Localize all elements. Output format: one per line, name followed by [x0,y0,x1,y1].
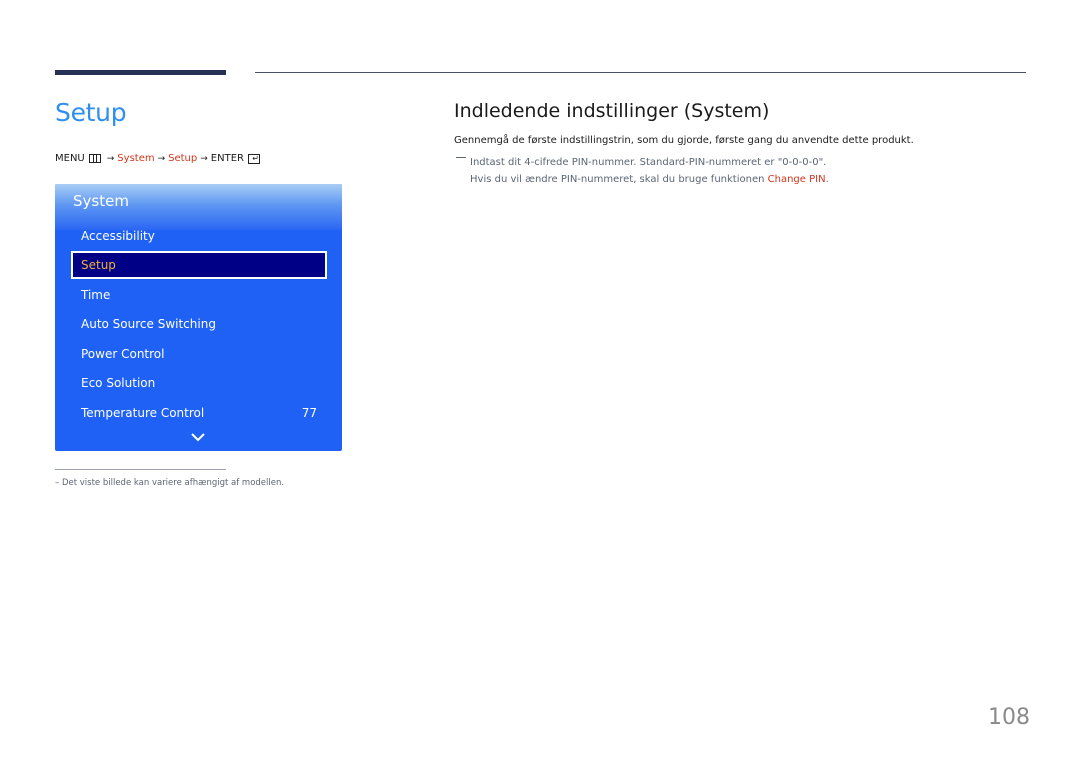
temperature-value: 77 [301,406,317,420]
header-rule-thin [255,72,1026,73]
footnote: – Det viste billede kan variere afhængig… [55,478,285,488]
system-menu-panel: System Accessibility Setup Time Auto Sou… [55,184,342,451]
note: Indtast dit 4-cifrede PIN-nummer. Standa… [470,155,829,188]
menu-item-label: Eco Solution [81,376,156,390]
arrow-icon: → [106,153,115,164]
breadcrumb-menu: MENU [55,153,85,164]
arrow-icon: → [157,153,166,164]
menu-item-setup[interactable]: Setup [71,251,327,279]
footnote-rule [55,469,226,470]
menu-item-label: Temperature Control [81,406,205,420]
menu-item-label: Time [81,288,111,302]
section-description: Gennemgå de første indstillingstrin, som… [454,135,914,146]
menu-item-eco-solution[interactable]: Eco Solution [71,369,327,397]
menu-item-auto-source-switching[interactable]: Auto Source Switching [71,310,327,338]
menu-item-temperature-control[interactable]: Temperature Control 77 [71,399,327,427]
menu-item-label: Setup [81,258,116,272]
menu-item-power-control[interactable]: Power Control [71,340,327,368]
system-menu-title: System [73,192,129,210]
menu-icon [88,154,101,163]
header-rule-thick [55,70,226,75]
breadcrumb: MENU → System → Setup → ENTER ↵ [55,153,260,164]
breadcrumb-setup: Setup [168,153,198,164]
breadcrumb-enter: ENTER [210,153,244,164]
note-line-2: Hvis du vil ændre PIN-nummeret, skal du … [470,172,829,189]
chevron-down-icon[interactable] [191,432,205,442]
breadcrumb-system: System [117,153,155,164]
note-line-2-text: Hvis du vil ændre PIN-nummeret, skal du … [470,173,768,185]
menu-item-time[interactable]: Time [71,281,327,309]
menu-item-accessibility[interactable]: Accessibility [71,222,327,250]
page-number: 108 [988,705,1030,730]
note-line-1: Indtast dit 4-cifrede PIN-nummer. Standa… [470,157,827,168]
menu-item-label: Auto Source Switching [81,317,216,331]
menu-item-label: Power Control [81,347,165,361]
arrow-icon: → [200,153,208,164]
section-title: Indledende indstillinger (System) [454,100,770,122]
note-dash [456,157,466,158]
change-pin-link: Change PIN [767,173,826,185]
page-title: Setup [55,98,127,127]
menu-item-label: Accessibility [81,229,155,243]
note-line-2-suffix: . [825,173,829,185]
enter-icon: ↵ [247,153,260,164]
